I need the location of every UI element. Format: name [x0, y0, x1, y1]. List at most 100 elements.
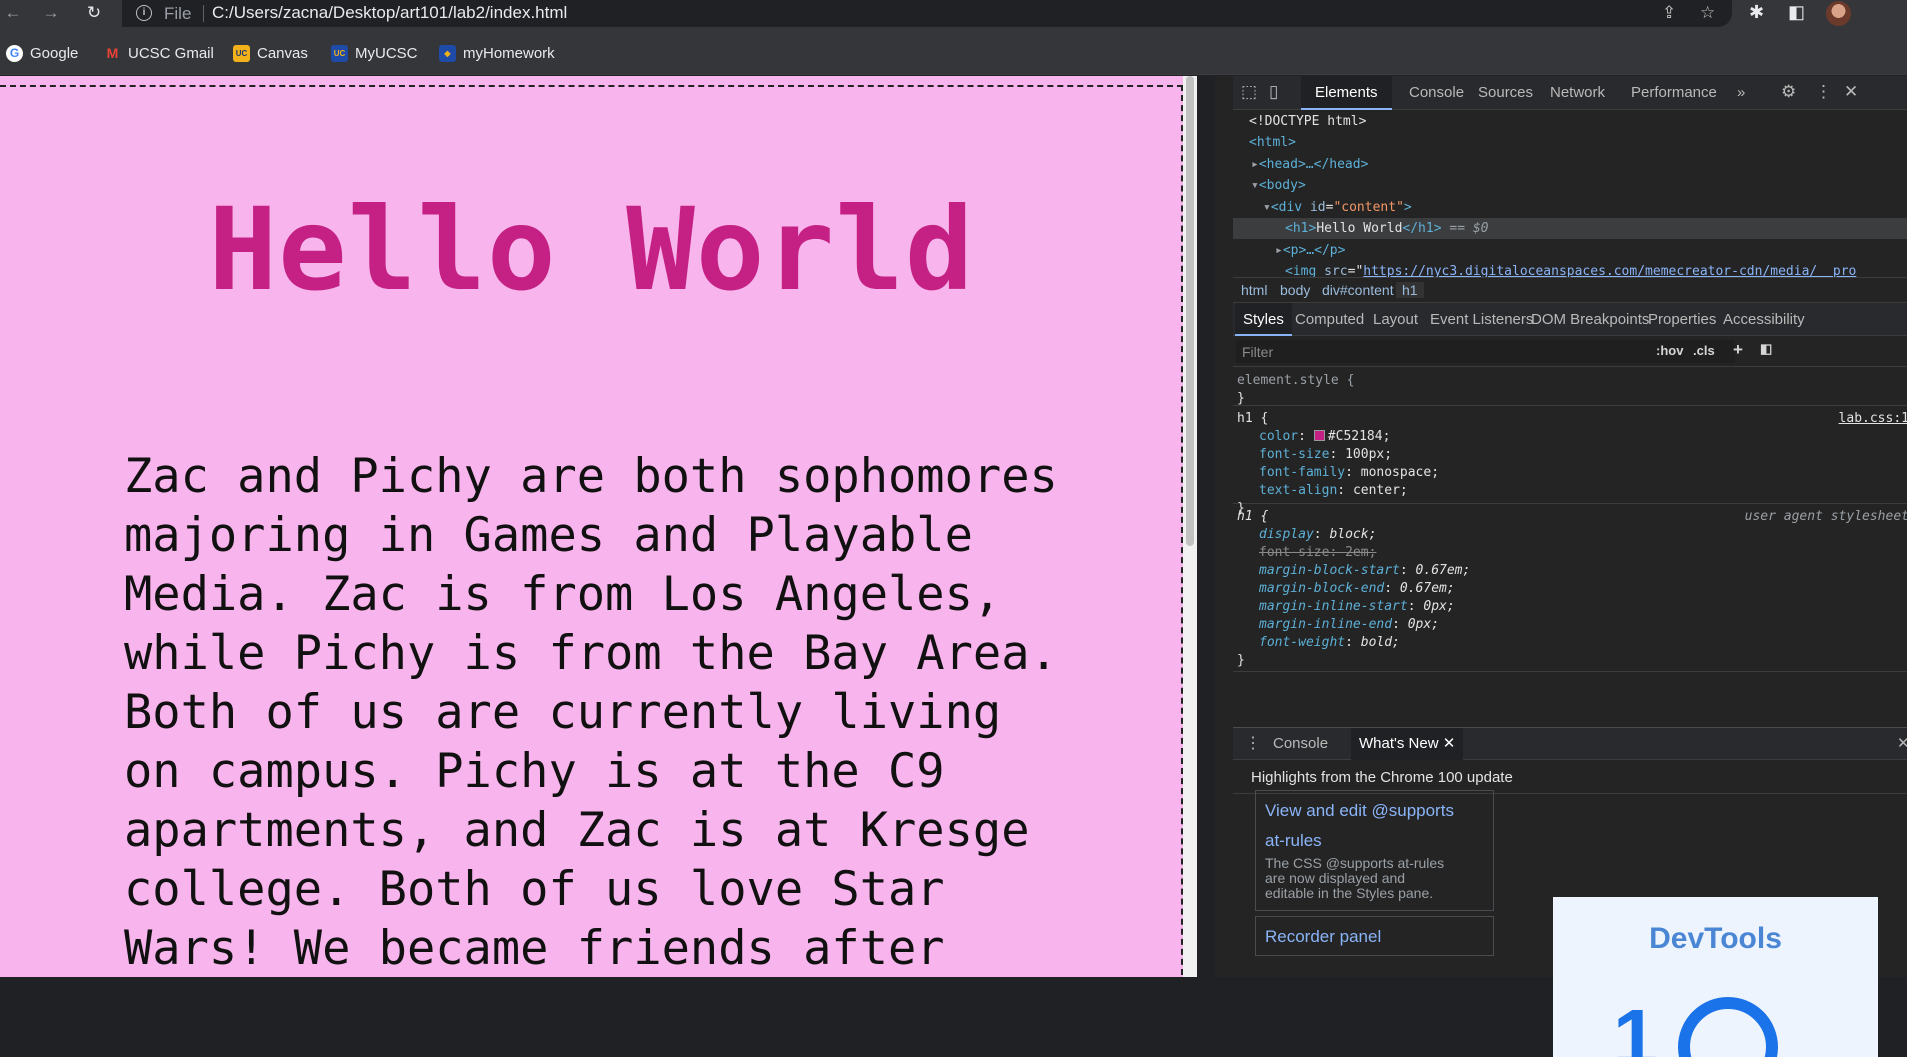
content-div: Hello World Zac and Pichy are both sopho… — [0, 85, 1183, 985]
css-declaration[interactable]: margin-block-start: 0.67em; — [1237, 562, 1905, 580]
tab-performance[interactable]: Performance — [1631, 76, 1717, 110]
toggle-sidebar-icon[interactable]: ◧ — [1760, 341, 1772, 357]
page-scrollbar[interactable] — [1183, 76, 1197, 977]
feature-title[interactable]: at-rules — [1265, 826, 1484, 856]
collapse-triangle-icon[interactable]: ▾ — [1251, 178, 1259, 193]
css-declaration[interactable]: display: block; — [1237, 526, 1905, 544]
url-text[interactable]: C:/Users/zacna/Desktop/art101/lab2/index… — [212, 3, 567, 23]
reload-icon[interactable]: ↻ — [83, 2, 105, 24]
bookmark-ucsc-gmail[interactable]: M UCSC Gmail — [104, 43, 214, 63]
feature-description: editable in the Styles pane. — [1265, 885, 1434, 901]
css-declaration[interactable]: font-weight: bold; — [1237, 634, 1905, 652]
tab-styles[interactable]: Styles — [1235, 303, 1292, 336]
bookmark-myucsc[interactable]: UC MyUCSC — [331, 43, 418, 63]
whats-new-header: Highlights from the Chrome 100 update — [1233, 760, 1907, 794]
settings-gear-icon[interactable]: ⚙ — [1781, 82, 1796, 102]
css-declaration[interactable]: color: #C52184; — [1237, 428, 1905, 446]
tab-computed[interactable]: Computed — [1295, 303, 1364, 336]
drawer-tab-whats-new[interactable]: What's New ✕ — [1351, 728, 1464, 760]
dom-node-h1-selected[interactable]: <h1>Hello World</h1> == $0 — [1233, 218, 1907, 239]
dom-node-div-content[interactable]: ▾<div id="content"> — [1233, 197, 1907, 218]
breadcrumb-h1[interactable]: h1 — [1396, 282, 1424, 298]
tab-network[interactable]: Network — [1550, 76, 1605, 110]
tab-console[interactable]: Console — [1409, 76, 1464, 110]
css-declaration[interactable]: margin-block-end: 0.67em; — [1237, 580, 1905, 598]
css-declaration[interactable]: font-family: monospace; — [1237, 464, 1905, 482]
tab-sources[interactable]: Sources — [1478, 76, 1533, 110]
bookmarks-bar: G Google M UCSC Gmail UC Canvas UC MyUCS… — [0, 27, 1907, 75]
tab-elements[interactable]: Elements — [1301, 76, 1392, 110]
dom-tree: <!DOCTYPE html> <html> ▸<head>…</head> ▾… — [1233, 111, 1907, 279]
tab-dom-breakpoints[interactable]: DOM Breakpoints — [1531, 303, 1649, 336]
tab-properties[interactable]: Properties — [1648, 303, 1716, 336]
forward-arrow-icon[interactable]: → — [40, 2, 62, 24]
dom-node-html[interactable]: <html> — [1233, 132, 1907, 153]
element-style-rule[interactable]: element.style { } — [1233, 368, 1907, 406]
breadcrumb-html[interactable]: html — [1241, 282, 1267, 298]
breadcrumb-div-content[interactable]: div#content — [1322, 282, 1394, 298]
dom-node-doctype[interactable]: <!DOCTYPE html> — [1233, 111, 1907, 132]
scrollbar-thumb[interactable] — [1186, 76, 1194, 546]
feature-title[interactable]: Recorder panel — [1265, 922, 1484, 952]
feature-title[interactable]: View and edit @supports — [1265, 796, 1484, 826]
breadcrumb-body[interactable]: body — [1280, 282, 1310, 298]
device-toolbar-icon[interactable]: ▯ — [1269, 82, 1278, 102]
chrome-logo-icon — [1678, 997, 1778, 1057]
info-icon[interactable]: i — [136, 5, 152, 21]
bookmark-google[interactable]: G Google — [6, 43, 78, 63]
css-declaration[interactable]: text-align: center; — [1237, 482, 1905, 500]
kebab-menu-icon[interactable]: ⋮ — [1815, 82, 1832, 102]
back-arrow-icon[interactable]: ← — [2, 2, 24, 24]
chrome-100-graphic: 1 — [1613, 993, 1658, 1057]
hover-state-button[interactable]: :hov — [1656, 343, 1683, 358]
css-rule-lab[interactable]: h1 { lab.css:1 color: #C52184; font-size… — [1233, 406, 1907, 516]
myhomework-icon: ◆ — [439, 44, 456, 62]
new-style-rule-icon[interactable]: + — [1733, 340, 1743, 360]
dom-node-body[interactable]: ▾<body> — [1233, 175, 1907, 196]
browser-toolbar: ← → ↻ i File C:/Users/zacna/Desktop/art1… — [0, 0, 1907, 27]
drawer-tab-console[interactable]: Console — [1273, 728, 1328, 760]
url-divider — [203, 5, 204, 22]
url-scheme: File — [164, 4, 192, 23]
page-viewport: Hello World Zac and Pichy are both sopho… — [0, 76, 1197, 985]
extensions-puzzle-icon[interactable]: ✱ — [1749, 2, 1764, 23]
css-declaration-overridden[interactable]: font-size: 2em; — [1237, 544, 1905, 562]
bookmark-myhomework[interactable]: ◆ myHomework — [439, 43, 555, 63]
rule-source-link[interactable]: lab.css:1 — [1839, 410, 1907, 428]
feature-card-recorder[interactable]: Recorder panel — [1255, 916, 1494, 956]
css-declaration[interactable]: font-size: 100px; — [1237, 446, 1905, 464]
devtools-tab-bar: ⬚ ▯ Elements Console Sources Network Per… — [1233, 76, 1907, 110]
profile-avatar[interactable] — [1826, 1, 1851, 26]
close-drawer-icon[interactable]: ✕ — [1897, 728, 1907, 760]
feature-card-supports[interactable]: View and edit @supports at-rules The CSS… — [1255, 790, 1494, 911]
share-icon[interactable]: ⇪ — [1662, 3, 1676, 23]
devtools-100-banner: DevTools 1 — [1553, 897, 1878, 1057]
css-rule-user-agent[interactable]: h1 { user agent stylesheet display: bloc… — [1233, 504, 1907, 672]
class-toggle-button[interactable]: .cls — [1693, 343, 1715, 358]
inspect-element-icon[interactable]: ⬚ — [1241, 82, 1257, 102]
drawer-menu-icon[interactable]: ⋮ — [1245, 728, 1261, 760]
css-declaration[interactable]: margin-inline-start: 0px; — [1237, 598, 1905, 616]
color-swatch-icon[interactable] — [1313, 430, 1325, 441]
collapse-triangle-icon[interactable]: ▾ — [1263, 200, 1271, 215]
tab-layout[interactable]: Layout — [1373, 303, 1418, 336]
whats-new-panel: Highlights from the Chrome 100 update Vi… — [1233, 760, 1907, 1057]
dom-node-head[interactable]: ▸<head>…</head> — [1233, 154, 1907, 175]
bookmark-label: MyUCSC — [355, 44, 418, 62]
close-devtools-icon[interactable]: ✕ — [1844, 82, 1858, 102]
tab-event-listeners[interactable]: Event Listeners — [1430, 303, 1533, 336]
more-tabs-icon[interactable]: » — [1737, 76, 1745, 110]
breadcrumb: html body div#content h1 — [1233, 277, 1907, 303]
dom-node-p[interactable]: ▸<p>…</p> — [1233, 240, 1907, 261]
page-paragraph: Zac and Pichy are both sophomores majori… — [124, 449, 1058, 976]
expand-triangle-icon[interactable]: ▸ — [1251, 157, 1259, 172]
bookmark-star-icon[interactable]: ☆ — [1700, 3, 1715, 23]
address-bar[interactable]: i File C:/Users/zacna/Desktop/art101/lab… — [122, 0, 1732, 27]
bookmark-canvas[interactable]: UC Canvas — [233, 43, 308, 63]
side-panel-icon[interactable]: ◧ — [1788, 2, 1805, 23]
rule-source-label: user agent stylesheet — [1744, 509, 1907, 524]
css-declaration[interactable]: margin-inline-end: 0px; — [1237, 616, 1905, 634]
tab-accessibility[interactable]: Accessibility — [1723, 303, 1805, 336]
expand-triangle-icon[interactable]: ▸ — [1275, 243, 1283, 258]
close-tab-icon[interactable]: ✕ — [1443, 735, 1456, 752]
